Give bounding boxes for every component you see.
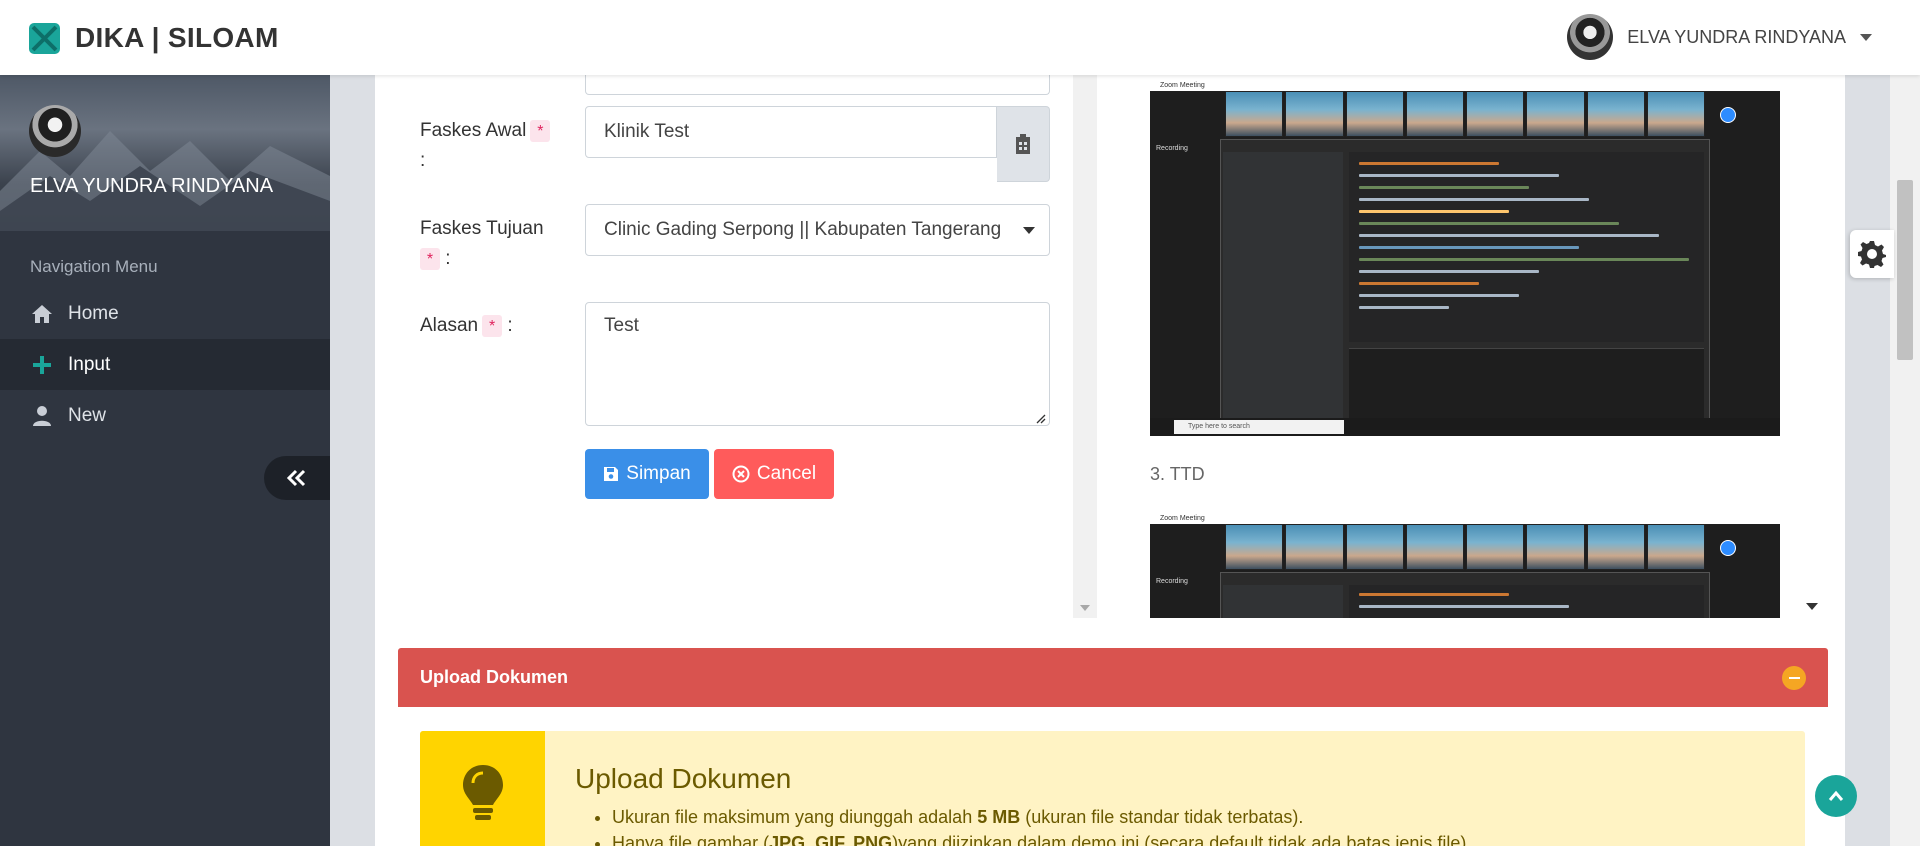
page-scrollbar-thumb[interactable] [1897, 180, 1913, 360]
faskes-tujuan-label: Faskes Tujuan * : [420, 218, 544, 270]
minus-icon[interactable] [1782, 666, 1806, 690]
alasan-label: Alasan * : [420, 314, 513, 337]
preview-caption: 3. TTD [1150, 464, 1205, 484]
lightbulb-icon-box [420, 731, 545, 846]
form-scrollbar[interactable] [1073, 75, 1097, 618]
sidebar-item-new[interactable]: New [0, 390, 330, 441]
required-mark: * [420, 247, 440, 270]
faskes-awal-input[interactable]: Klinik Test [585, 106, 997, 158]
lightbulb-icon [462, 765, 503, 820]
user-icon [33, 405, 51, 426]
chevron-up-icon [1828, 790, 1844, 801]
sidebar-item-label: Home [68, 302, 119, 324]
top-navbar: DIKA | SILOAM ELVA YUNDRA RINDYANA [0, 0, 1920, 75]
sidebar-item-label: New [68, 404, 107, 426]
sidebar-user-name: ELVA YUNDRA RINDYANA [30, 175, 274, 197]
faskes-awal-label: Faskes Awal *: [420, 116, 551, 176]
back-to-top-button[interactable] [1815, 775, 1857, 817]
upload-info-callout: Upload Dokumen Ukuran file maksimum yang… [420, 731, 1805, 846]
faskes-lookup-button[interactable] [997, 106, 1050, 182]
home-icon [32, 304, 52, 323]
save-button[interactable]: Simpan [585, 449, 709, 499]
user-menu-name: ELVA YUNDRA RINDYANA [1627, 26, 1846, 47]
brand-logo-icon[interactable] [29, 23, 60, 54]
page-scrollbar[interactable] [1890, 75, 1920, 846]
caret-down-icon [1860, 33, 1872, 41]
user-menu-dropdown[interactable]: ELVA YUNDRA RINDYANA [1567, 14, 1872, 60]
sidebar-collapse-button[interactable] [264, 456, 330, 500]
cancel-button[interactable]: Cancel [714, 449, 834, 499]
list-item: Ukuran file maksimum yang diunggah adala… [612, 804, 1471, 830]
upload-panel-header: Upload Dokumen [398, 648, 1828, 707]
previous-field-input[interactable] [585, 75, 1050, 95]
callout-list: Ukuran file maksimum yang diunggah adala… [612, 804, 1471, 846]
nav-menu-heading: Navigation Menu [30, 257, 158, 276]
avatar [1567, 14, 1614, 60]
sidebar: ELVA YUNDRA RINDYANA Navigation Menu Hom… [0, 75, 330, 846]
resize-grip-icon[interactable] [1034, 412, 1046, 424]
gear-icon [1858, 241, 1886, 268]
callout-title: Upload Dokumen [575, 763, 792, 794]
sidebar-item-input[interactable]: Input [0, 339, 330, 390]
save-icon [604, 467, 619, 481]
hospital-icon [1016, 134, 1030, 154]
faskes-tujuan-select[interactable]: Clinic Gading Serpong || Kabupaten Tange… [585, 204, 1050, 256]
double-chevron-left-icon [287, 469, 306, 487]
upload-panel-title: Upload Dokumen [420, 667, 569, 687]
sidebar-item-home[interactable]: Home [0, 288, 330, 339]
plus-icon [33, 355, 51, 374]
required-mark: * [482, 314, 503, 337]
caret-down-icon [1023, 227, 1035, 234]
sidebar-item-label: Input [68, 353, 111, 375]
scroll-down-arrow-icon[interactable] [1806, 603, 1818, 610]
settings-button[interactable] [1850, 230, 1894, 278]
preview-scrollbar[interactable] [1800, 75, 1820, 618]
preview-image-2: Zoom Meeting Recording [1150, 514, 1780, 618]
sidebar-avatar [29, 105, 81, 157]
brand-title[interactable]: DIKA | SILOAM [75, 22, 279, 54]
preview-image-1: Zoom Meeting Recording Type here to sear… [1150, 81, 1780, 436]
required-mark: * [530, 119, 551, 142]
scroll-down-arrow-icon[interactable] [1080, 605, 1090, 611]
alasan-textarea[interactable]: Test [585, 302, 1050, 426]
list-item: Hanya file gambar (JPG, GIF, PNG)yang di… [612, 830, 1471, 846]
close-circle-icon [732, 465, 750, 483]
sidebar-user-panel: ELVA YUNDRA RINDYANA [0, 75, 330, 231]
